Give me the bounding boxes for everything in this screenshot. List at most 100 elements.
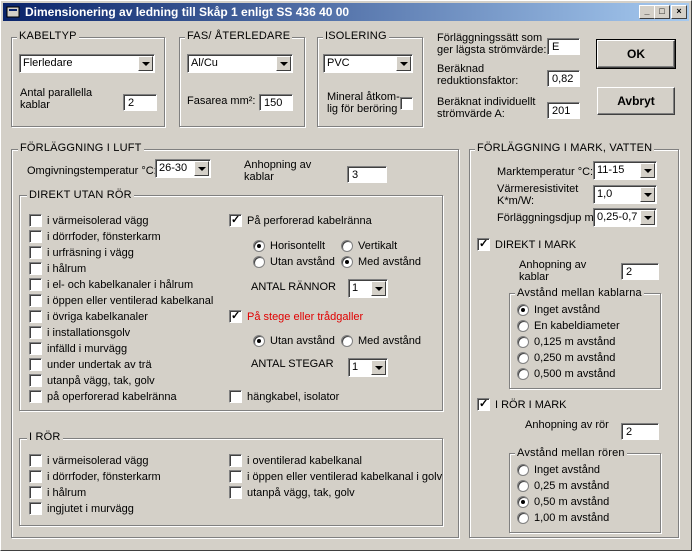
mark-title: FÖRLÄGGNING I MARK, VATTEN [475,142,655,154]
direkt-checkbox[interactable] [29,342,42,355]
rorav-radio[interactable] [517,464,529,476]
chevron-down-icon[interactable] [276,56,291,71]
luft-temp-value: 26-30 [159,162,188,174]
chevron-down-icon[interactable] [138,56,153,71]
direkt-checkbox[interactable] [29,262,42,275]
mark-anhop-input[interactable]: 2 [621,263,659,280]
cancel-button[interactable]: Avbryt [597,87,675,115]
red-label-2: reduktionsfaktor: [437,75,519,87]
chevron-down-icon[interactable] [371,360,386,375]
mark-anhop-label-1: Anhopning av [519,259,587,271]
minimize-icon[interactable]: _ [639,5,655,19]
kabl-radio[interactable] [517,368,529,380]
vertikalt-label: Vertikalt [358,240,398,252]
rorav-radio[interactable] [517,480,529,492]
djup-select[interactable]: 0,25-0,7 [593,208,657,227]
mineral-checkbox[interactable] [400,97,413,110]
kabl-radio[interactable] [517,304,529,316]
direkt-checkbox[interactable] [29,246,42,259]
ror-checkbox[interactable] [29,454,42,467]
stegar-label: ANTAL STEGAR [251,358,334,370]
perforerad-checkbox[interactable] [229,213,242,227]
stegar-select[interactable]: 1 [348,358,388,377]
maximize-icon[interactable]: □ [654,5,670,19]
med-avstand-radio[interactable] [341,256,353,268]
hangkabel-checkbox[interactable] [229,390,242,403]
stege-utan-radio[interactable] [253,335,265,347]
fasarea-input[interactable]: 150 [259,94,293,111]
rannor-select[interactable]: 1 [348,279,388,298]
red-label-1: Beräknad [437,63,485,75]
title-bar[interactable]: Dimensionering av ledning till Skåp 1 en… [3,3,689,21]
luft-temp-select[interactable]: 26-30 [155,159,211,178]
resist-select[interactable]: 1,0 [593,185,657,204]
direkt-checkbox[interactable] [29,230,42,243]
ok-button[interactable]: OK [596,39,676,69]
direkt-checkbox[interactable] [29,278,42,291]
direkt-checkbox[interactable] [29,214,42,227]
direkt-item-label: i el- och kabelkanaler i hålrum [47,279,194,291]
ror-checkbox[interactable] [29,470,42,483]
ror-checkbox[interactable] [229,454,242,467]
mark-temp-select[interactable]: 11-15 [593,161,657,180]
direkt-mark-checkbox[interactable] [477,237,490,251]
utan-avstand-radio[interactable] [253,256,265,268]
cur-label-1: Beräknat individuellt [437,96,536,108]
ror-mark-checkbox[interactable] [477,397,490,411]
stege-med-radio[interactable] [341,335,353,347]
cur-label-2: strömvärde A: [437,108,505,120]
direkt-mark-label: DIREKT I MARK [495,239,577,251]
direkt-item-label: under undertak av trä [47,359,152,371]
stegar-value: 1 [352,361,359,373]
parallel-input[interactable]: 2 [123,94,157,111]
chevron-down-icon[interactable] [194,161,209,176]
kabeltyp-select[interactable]: Flerledare [19,54,155,73]
luft-anhop-label-2: kablar [244,171,274,183]
resist-value: 1,0 [597,188,613,200]
kabl-radio[interactable] [517,336,529,348]
kabl-radio[interactable] [517,352,529,364]
rorav-radio[interactable] [517,496,529,508]
utan-avstand-label: Utan avstånd [270,256,335,268]
stege-checkbox[interactable] [229,309,242,323]
stege-utan-label: Utan avstånd [270,335,335,347]
direkt-checkbox[interactable] [29,294,42,307]
isolering-title: ISOLERING [323,30,389,42]
direkt-checkbox[interactable] [29,326,42,339]
sett-label-1: Förläggningssätt som [437,32,543,44]
red-value[interactable]: 0,82 [547,70,580,87]
chevron-down-icon[interactable] [640,163,655,178]
direkt-item-label: utanpå vägg, tak, golv [47,375,155,387]
luft-anhop-input[interactable]: 3 [347,166,387,183]
direkt-checkbox[interactable] [29,358,42,371]
isolering-select[interactable]: PVC [323,54,413,73]
close-icon[interactable]: × [671,5,687,19]
kabeltyp-group [11,37,165,127]
chevron-down-icon[interactable] [396,56,411,71]
kabl-radio[interactable] [517,320,529,332]
ror-checkbox[interactable] [229,470,242,483]
ror-checkbox[interactable] [229,486,242,499]
chevron-down-icon[interactable] [371,281,386,296]
fasarea-label: Fasarea mm²: [187,95,256,107]
ror-item-label: ingjutet i murvägg [47,503,134,515]
chevron-down-icon[interactable] [640,187,655,202]
rorav-radio[interactable] [517,512,529,524]
ror-checkbox[interactable] [29,486,42,499]
direkt-title: DIREKT UTAN RÖR [27,189,134,201]
fas-select[interactable]: Al/Cu [187,54,293,73]
cur-value[interactable]: 201 [547,102,580,119]
direkt-checkbox[interactable] [29,310,42,323]
sett-value[interactable]: E [547,38,580,55]
direkt-checkbox[interactable] [29,390,42,403]
chevron-down-icon[interactable] [640,210,655,225]
vertikalt-radio[interactable] [341,240,353,252]
horisontellt-radio[interactable] [253,240,265,252]
direkt-checkbox[interactable] [29,374,42,387]
ror-checkbox[interactable] [29,502,42,515]
isolering-value: PVC [327,57,350,69]
direkt-item-label: i värmeisolerad vägg [47,215,149,227]
kabeltyp-title: KABELTYP [17,30,79,42]
direkt-item-label: på operforerad kabelränna [47,391,177,403]
ror-anhop-input[interactable]: 2 [621,423,659,440]
